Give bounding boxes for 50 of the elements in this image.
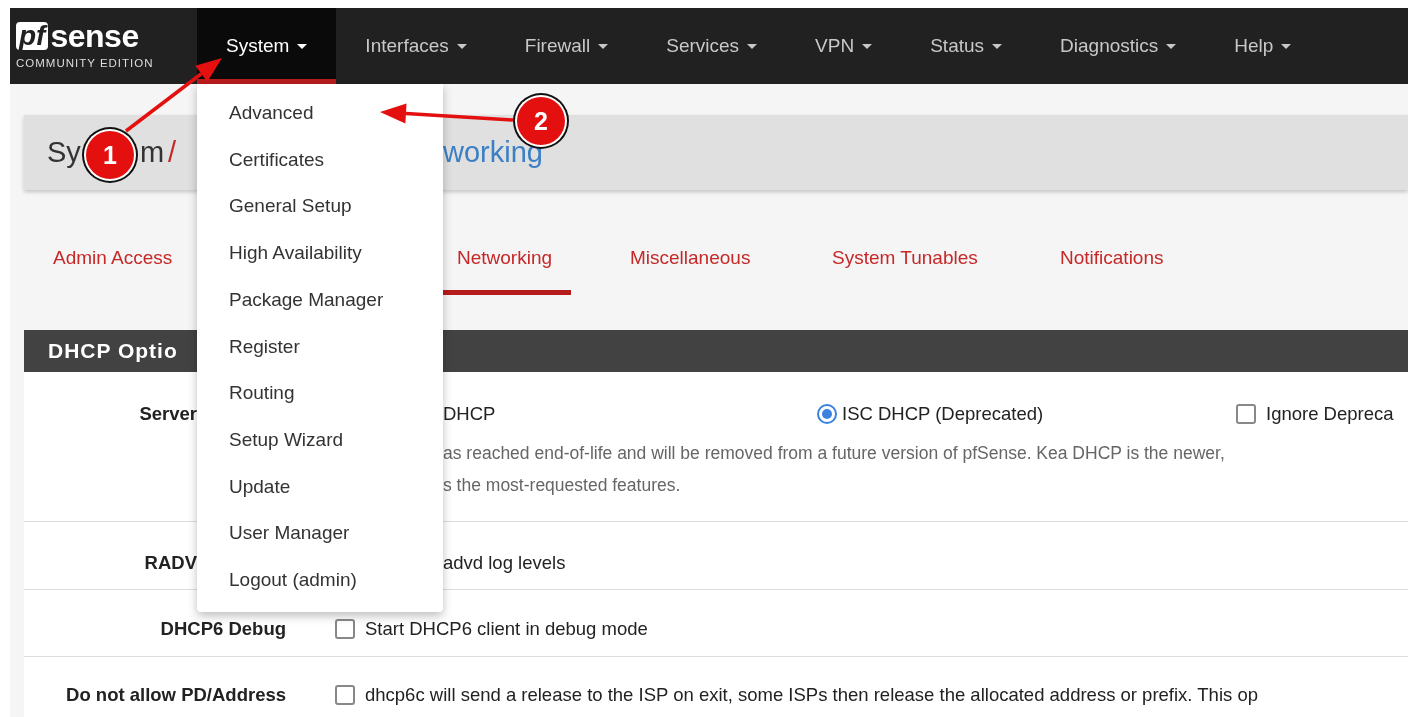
menu-item[interactable]: Setup Wizard — [197, 416, 443, 464]
caret-icon — [1166, 43, 1177, 49]
option-label: ISC DHCP (Deprecated) — [842, 402, 1044, 426]
nav-menu[interactable]: Firewall — [495, 8, 638, 84]
caret-icon — [862, 43, 873, 49]
menu-item[interactable]: Routing — [197, 370, 443, 417]
tab[interactable]: Admin Access — [34, 227, 192, 295]
field-label: DHCP6 Debug — [160, 618, 286, 639]
checkbox[interactable] — [335, 618, 355, 639]
checkbox-label: Ignore Depreca — [1266, 402, 1394, 426]
logo-edition: COMMUNITY EDITION — [16, 55, 155, 71]
option-label: DHCP — [443, 402, 497, 426]
checkbox[interactable] — [1236, 403, 1256, 424]
menu-item[interactable]: Logout (admin) — [197, 557, 443, 604]
checkbox[interactable] — [335, 684, 355, 705]
step-badge: 1 — [82, 127, 138, 183]
breadcrumb-text: m — [140, 135, 165, 168]
menu-item[interactable]: Update — [197, 463, 443, 511]
field-label: Do not allow PD/Address — [66, 684, 286, 705]
breadcrumb-separator: / — [168, 135, 177, 168]
caret-icon — [747, 43, 758, 49]
nav-menu[interactable]: Diagnostics — [1031, 8, 1206, 84]
logo-mark: pf — [16, 21, 49, 50]
tab[interactable]: System Tunables — [813, 227, 997, 295]
radio-button[interactable] — [817, 403, 837, 424]
nav-menu[interactable]: Interfaces — [336, 8, 496, 84]
logo-name: sense — [50, 19, 139, 52]
tab[interactable]: Miscellaneous — [611, 227, 770, 295]
nav-menu[interactable]: System — [197, 8, 337, 84]
checkbox-label: Start DHCP6 client in debug mode — [365, 617, 648, 641]
field-label: RADV — [144, 552, 197, 573]
menu-item[interactable]: Advanced — [197, 90, 443, 137]
breadcrumb-text: Sy — [47, 135, 81, 168]
help-text: s the most-requested features. — [443, 474, 682, 497]
caret-icon — [456, 43, 467, 49]
checkbox-label: dhcp6c will send a release to the ISP on exit, some ISPs then release the allocated address or prefix. This op — [365, 683, 1258, 707]
field-label: Server — [139, 403, 197, 424]
help-text: as reached end-of-life and will be removed from a future version of pfSense. Kea DHCP is the newer, — [443, 441, 1226, 465]
nav-menu[interactable]: Services — [637, 8, 787, 84]
tab[interactable]: Notifications — [1041, 227, 1183, 295]
nav-menu[interactable]: Help — [1205, 8, 1321, 84]
nav-menu[interactable]: VPN — [786, 8, 902, 84]
caret-icon — [1281, 43, 1292, 49]
menu-item[interactable]: User Manager — [197, 510, 443, 558]
caret-icon — [297, 43, 308, 49]
menu-item[interactable]: Certificates — [197, 136, 443, 184]
field-text: advd log levels — [443, 552, 566, 573]
nav-menu[interactable]: Status — [901, 8, 1032, 84]
caret-icon — [992, 43, 1003, 49]
caret-icon — [598, 43, 609, 49]
